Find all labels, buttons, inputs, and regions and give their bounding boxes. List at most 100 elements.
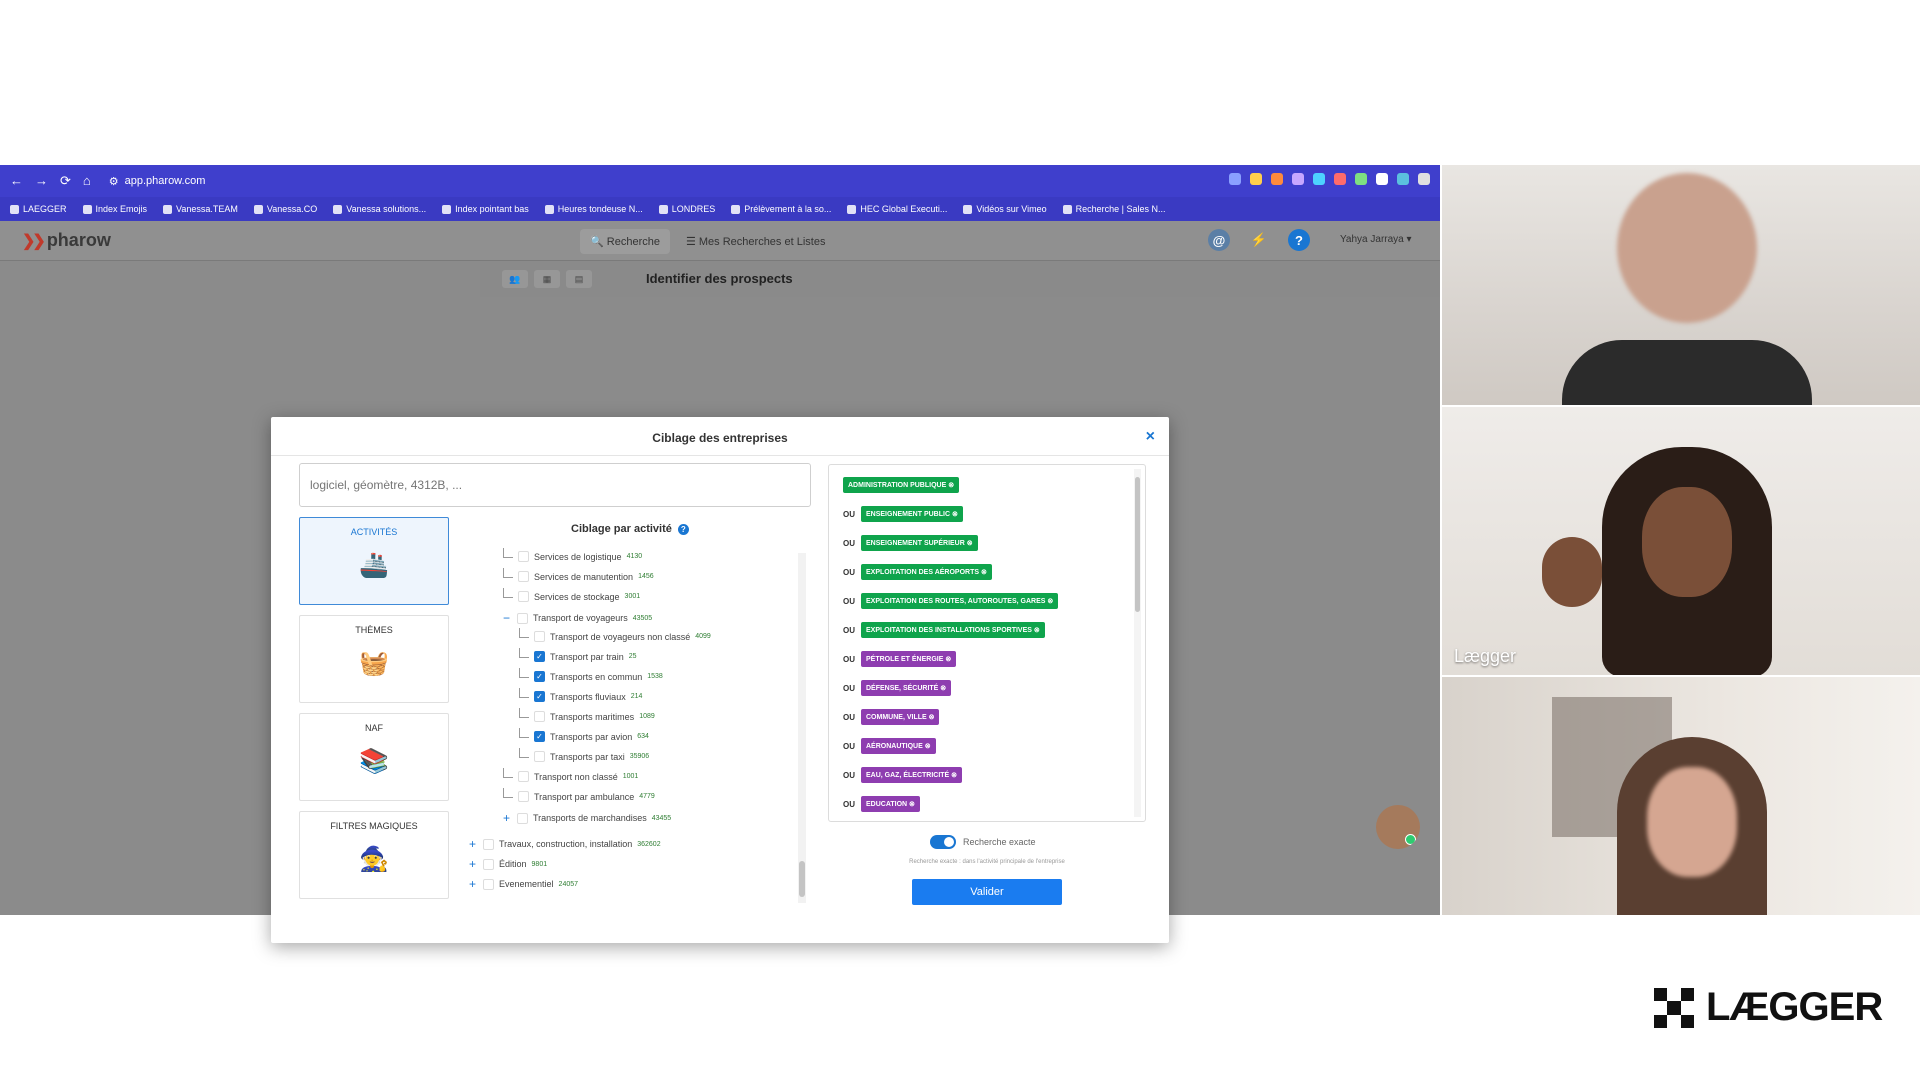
tree-checkbox[interactable]: [518, 591, 529, 602]
nav-search-tab[interactable]: 🔍 Recherche: [580, 229, 670, 254]
profile-icon[interactable]: [1418, 173, 1430, 185]
remove-icon[interactable]: ⊗: [907, 801, 915, 808]
selected-tag[interactable]: DÉFENSE, SÉCURITÉ ⊗: [861, 680, 952, 696]
tree-row[interactable]: Transport non classé 1001: [503, 767, 638, 782]
bookmark-item[interactable]: Index pointant bas: [442, 204, 529, 214]
lightning-icon[interactable]: ⚡: [1248, 229, 1270, 251]
tree-row[interactable]: Services de stockage 3001: [503, 587, 640, 602]
tree-row[interactable]: + Travaux, construction, installation 3626…: [469, 837, 661, 851]
remove-icon[interactable]: ⊗: [923, 743, 931, 750]
tree-row[interactable]: + Evenementiel 24057: [469, 877, 578, 891]
tree-checkbox[interactable]: [518, 551, 529, 562]
collapse-icon[interactable]: −: [503, 611, 512, 625]
tree-scrollbar[interactable]: [798, 553, 806, 903]
selected-tag[interactable]: EXPLOITATION DES AÉROPORTS ⊗: [861, 564, 992, 580]
scrollbar-thumb[interactable]: [1135, 477, 1140, 612]
tree-checkbox[interactable]: [518, 771, 529, 782]
tree-row[interactable]: ✓ Transports par avion 634: [519, 727, 649, 742]
tree-row[interactable]: Services de logistique 4130: [503, 547, 642, 562]
tree-checkbox[interactable]: ✓: [534, 691, 545, 702]
bookmark-item[interactable]: LAEGGER: [10, 204, 67, 214]
extension-icon[interactable]: [1229, 173, 1241, 185]
exact-search-toggle[interactable]: [930, 835, 956, 849]
expand-icon[interactable]: +: [469, 857, 478, 871]
help-icon[interactable]: ?: [677, 523, 689, 535]
reload-icon[interactable]: ⟳: [60, 173, 71, 189]
tree-checkbox[interactable]: [483, 878, 494, 890]
remove-icon[interactable]: ⊗: [946, 482, 954, 489]
bookmark-item[interactable]: Prélèvement à la so...: [731, 204, 831, 214]
activity-search-input[interactable]: [299, 463, 811, 507]
selected-scrollbar[interactable]: [1134, 469, 1141, 817]
tree-row[interactable]: + Édition 9801: [469, 857, 547, 871]
selected-tag[interactable]: EXPLOITATION DES INSTALLATIONS SPORTIVES…: [861, 622, 1045, 638]
grid-view-icon[interactable]: ▤: [566, 270, 592, 288]
address-bar[interactable]: ⚙ app.pharow.com: [109, 175, 206, 188]
extension-icon[interactable]: [1355, 173, 1367, 185]
site-settings-icon[interactable]: ⚙: [109, 175, 119, 188]
email-icon[interactable]: @: [1208, 229, 1230, 251]
category-activites[interactable]: ACTIVITÉS 🚢: [299, 517, 449, 605]
bookmark-item[interactable]: Recherche | Sales N...: [1062, 204, 1166, 214]
tree-checkbox[interactable]: [534, 631, 545, 642]
tree-checkbox[interactable]: ✓: [534, 671, 545, 682]
tree-row[interactable]: Transport par ambulance 4779: [503, 787, 655, 802]
extension-icon[interactable]: [1397, 173, 1409, 185]
bookmark-item[interactable]: Heures tondeuse N...: [544, 204, 643, 214]
remove-icon[interactable]: ⊗: [943, 656, 951, 663]
bookmark-item[interactable]: Vanessa solutions...: [333, 204, 426, 214]
expand-icon[interactable]: +: [503, 811, 512, 825]
forward-icon[interactable]: →: [35, 173, 48, 189]
expand-icon[interactable]: +: [469, 837, 478, 851]
user-menu[interactable]: Yahya Jarraya ▾: [1340, 234, 1412, 245]
remove-icon[interactable]: ⊗: [1032, 627, 1040, 634]
selected-tag[interactable]: ENSEIGNEMENT PUBLIC ⊗: [861, 506, 963, 522]
tree-checkbox[interactable]: [483, 858, 494, 870]
help-icon[interactable]: ?: [1288, 229, 1310, 251]
remove-icon[interactable]: ⊗: [927, 714, 935, 721]
extension-icon[interactable]: [1292, 173, 1304, 185]
remove-icon[interactable]: ⊗: [950, 511, 958, 518]
tree-row[interactable]: Transports maritimes 1089: [519, 707, 655, 722]
extension-icon[interactable]: [1250, 173, 1262, 185]
back-icon[interactable]: ←: [10, 173, 23, 189]
extension-icon[interactable]: [1271, 173, 1283, 185]
tree-row[interactable]: Transport de voyageurs non classé 4099: [519, 627, 711, 642]
validate-button[interactable]: Valider: [912, 879, 1062, 905]
scrollbar-thumb[interactable]: [799, 861, 805, 897]
tree-row[interactable]: ✓ Transport par train 25: [519, 647, 637, 662]
tree-checkbox[interactable]: [517, 812, 528, 824]
bookmark-item[interactable]: Index Emojis: [82, 204, 147, 214]
selected-tag[interactable]: COMMUNE, VILLE ⊗: [861, 709, 940, 725]
tree-row[interactable]: + Transports de marchandises 43455: [503, 811, 671, 825]
remove-icon[interactable]: ⊗: [979, 569, 987, 576]
bookmark-item[interactable]: LONDRES: [658, 204, 715, 214]
selected-tag[interactable]: PÉTROLE ET ÉNERGIE ⊗: [861, 651, 957, 667]
selected-tag[interactable]: AÉRONAUTIQUE ⊗: [861, 738, 936, 754]
pharow-logo[interactable]: ❯❯ pharow: [22, 230, 111, 251]
selected-tag[interactable]: EAU, GAZ, ÉLECTRICITÉ ⊗: [861, 767, 963, 783]
tree-checkbox[interactable]: ✓: [534, 651, 545, 662]
close-icon[interactable]: ×: [1146, 428, 1155, 446]
bookmark-item[interactable]: HEC Global Executi...: [847, 204, 947, 214]
tree-checkbox[interactable]: [483, 838, 494, 850]
nav-lists-tab[interactable]: ☰ Mes Recherches et Listes: [676, 229, 835, 254]
remove-icon[interactable]: ⊗: [938, 685, 946, 692]
tree-row[interactable]: ✓ Transports en commun 1538: [519, 667, 663, 682]
expand-icon[interactable]: +: [469, 877, 478, 891]
tree-checkbox[interactable]: [534, 711, 545, 722]
extension-icon[interactable]: [1334, 173, 1346, 185]
extension-icon[interactable]: [1376, 173, 1388, 185]
home-icon[interactable]: ⌂: [83, 173, 91, 189]
category-filtres-magiques[interactable]: FILTRES MAGIQUES 🧙: [299, 811, 449, 899]
bookmark-item[interactable]: Vidéos sur Vimeo: [963, 204, 1047, 214]
selected-tag[interactable]: EDUCATION ⊗: [861, 796, 920, 812]
selected-tag[interactable]: ENSEIGNEMENT SUPÉRIEUR ⊗: [861, 535, 978, 551]
selected-tag[interactable]: ADMINISTRATION PUBLIQUE ⊗: [843, 477, 960, 493]
tree-checkbox[interactable]: [517, 612, 528, 624]
tree-row[interactable]: ✓ Transports fluviaux 214: [519, 687, 642, 702]
remove-icon[interactable]: ⊗: [949, 772, 957, 779]
remove-icon[interactable]: ⊗: [1045, 598, 1053, 605]
company-view-icon[interactable]: ▦: [534, 270, 560, 288]
url-text[interactable]: app.pharow.com: [125, 175, 206, 187]
